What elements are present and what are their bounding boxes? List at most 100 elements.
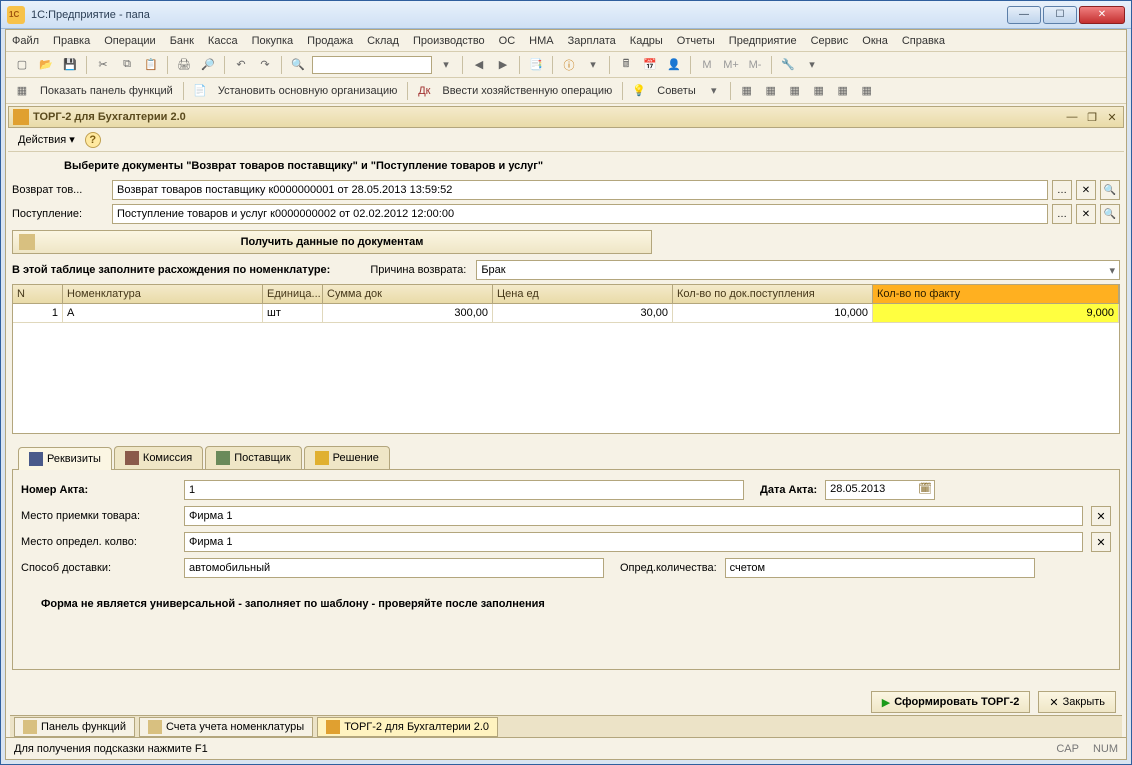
cut-icon[interactable]: ✂ <box>93 55 113 75</box>
th-fact[interactable]: Кол-во по факту <box>873 285 1119 303</box>
menu-help[interactable]: Справка <box>902 35 945 47</box>
new-icon[interactable]: ▢ <box>12 55 32 75</box>
close-button[interactable]: ✕ <box>1079 6 1125 24</box>
th-n[interactable]: N <box>13 285 63 303</box>
receipt-clear-button[interactable]: ✕ <box>1076 204 1096 224</box>
menu-production[interactable]: Производство <box>413 35 485 47</box>
wintab-accounts[interactable]: Счета учета номенклатуры <box>139 717 313 737</box>
form-report-button[interactable]: ▶Сформировать ТОРГ-2 <box>871 691 1031 713</box>
menu-os[interactable]: ОС <box>499 35 516 47</box>
user-icon[interactable]: 👤 <box>664 55 684 75</box>
misc-icon-1[interactable]: ▦ <box>737 81 757 101</box>
th-sum[interactable]: Сумма док <box>323 285 493 303</box>
menu-enterprise[interactable]: Предприятие <box>729 35 797 47</box>
act-date-input[interactable]: 28.05.2013 <box>825 480 935 500</box>
menu-warehouse[interactable]: Склад <box>367 35 399 47</box>
cell-sum[interactable]: 300,00 <box>323 304 493 322</box>
th-qty[interactable]: Кол-во по док.поступления <box>673 285 873 303</box>
actions-menu[interactable]: Действия ▾ <box>14 131 79 148</box>
doc-minimize-icon[interactable]: — <box>1065 111 1079 124</box>
m-plus-icon[interactable]: M+ <box>721 55 741 75</box>
clipboard-icon[interactable]: 📑 <box>526 55 546 75</box>
menu-file[interactable]: Файл <box>12 35 39 47</box>
set-org-button[interactable]: Установить основную организацию <box>214 85 402 97</box>
tab-supplier[interactable]: Поставщик <box>205 446 301 469</box>
return-field[interactable]: Возврат товаров поставщику к0000000001 о… <box>112 180 1048 200</box>
wintab-panel[interactable]: Панель функций <box>14 717 135 737</box>
misc-icon-2[interactable]: ▦ <box>761 81 781 101</box>
receipt-select-button[interactable]: … <box>1052 204 1072 224</box>
preview-icon[interactable]: 🔎 <box>198 55 218 75</box>
menu-purchase[interactable]: Покупка <box>252 35 294 47</box>
doc-close-icon[interactable]: ✕ <box>1105 111 1119 124</box>
menu-nma[interactable]: НМА <box>529 35 553 47</box>
search-icon[interactable]: 🔍 <box>288 55 308 75</box>
doc-restore-icon[interactable]: ❐ <box>1085 111 1099 124</box>
redo-icon[interactable]: ↷ <box>255 55 275 75</box>
menu-operations[interactable]: Операции <box>104 35 155 47</box>
qty-det-input[interactable] <box>725 558 1035 578</box>
place1-input[interactable] <box>184 506 1083 526</box>
tab-decision[interactable]: Решение <box>304 446 390 469</box>
open-icon[interactable]: 📂 <box>36 55 56 75</box>
cell-price[interactable]: 30,00 <box>493 304 673 322</box>
print-icon[interactable]: 🖨 <box>174 55 194 75</box>
misc-icon-5[interactable]: ▦ <box>833 81 853 101</box>
th-unit[interactable]: Единица... <box>263 285 323 303</box>
calc-icon[interactable]: 🖩 <box>616 55 636 75</box>
return-open-button[interactable]: 🔍 <box>1100 180 1120 200</box>
close-dialog-button[interactable]: ✕Закрыть <box>1038 691 1116 713</box>
enter-op-button[interactable]: Ввести хозяйственную операцию <box>438 85 616 97</box>
act-number-input[interactable] <box>184 480 744 500</box>
cell-qty[interactable]: 10,000 <box>673 304 873 322</box>
cell-fact[interactable]: 9,000 <box>873 304 1119 322</box>
receipt-open-button[interactable]: 🔍 <box>1100 204 1120 224</box>
table-row[interactable]: 1 А шт 300,00 30,00 10,000 9,000 <box>13 304 1119 323</box>
info-icon[interactable]: ⓘ <box>559 55 579 75</box>
menu-service[interactable]: Сервис <box>811 35 849 47</box>
place2-clear-button[interactable]: ✕ <box>1091 532 1111 552</box>
return-select-button[interactable]: … <box>1052 180 1072 200</box>
tab-commission[interactable]: Комиссия <box>114 446 203 469</box>
misc-icon-6[interactable]: ▦ <box>857 81 877 101</box>
menu-salary[interactable]: Зарплата <box>568 35 616 47</box>
m-minus-icon[interactable]: M- <box>745 55 765 75</box>
receipt-field[interactable]: Поступление товаров и услуг к0000000002 … <box>112 204 1048 224</box>
reason-combo[interactable]: Брак <box>476 260 1120 280</box>
nav-back-icon[interactable]: ◀ <box>469 55 489 75</box>
m-icon[interactable]: M <box>697 55 717 75</box>
misc-icon-4[interactable]: ▦ <box>809 81 829 101</box>
search-input[interactable] <box>312 56 432 74</box>
cell-n[interactable]: 1 <box>13 304 63 322</box>
wintab-torg2[interactable]: ТОРГ-2 для Бухгалтерии 2.0 <box>317 717 498 737</box>
menu-reports[interactable]: Отчеты <box>677 35 715 47</box>
advice-dropdown-icon[interactable]: ▾ <box>704 81 724 101</box>
maximize-button[interactable]: ☐ <box>1043 6 1077 24</box>
cell-nomen[interactable]: А <box>63 304 263 322</box>
fetch-data-button[interactable]: Получить данные по документам <box>12 230 652 254</box>
minimize-button[interactable]: — <box>1007 6 1041 24</box>
menu-edit[interactable]: Правка <box>53 35 90 47</box>
save-icon[interactable]: 💾 <box>60 55 80 75</box>
menu-sale[interactable]: Продажа <box>307 35 353 47</box>
show-panel-button[interactable]: Показать панель функций <box>36 85 177 97</box>
copy-icon[interactable]: ⧉ <box>117 55 137 75</box>
undo-icon[interactable]: ↶ <box>231 55 251 75</box>
delivery-input[interactable] <box>184 558 604 578</box>
cell-unit[interactable]: шт <box>263 304 323 322</box>
wrench-dropdown-icon[interactable]: ▾ <box>802 55 822 75</box>
menu-bank[interactable]: Банк <box>170 35 194 47</box>
help-icon[interactable]: ? <box>85 132 101 148</box>
place2-input[interactable] <box>184 532 1083 552</box>
th-nomen[interactable]: Номенклатура <box>63 285 263 303</box>
nav-fwd-icon[interactable]: ▶ <box>493 55 513 75</box>
misc-icon-3[interactable]: ▦ <box>785 81 805 101</box>
th-price[interactable]: Цена ед <box>493 285 673 303</box>
info-dropdown-icon[interactable]: ▾ <box>583 55 603 75</box>
calendar-icon[interactable]: 📅 <box>640 55 660 75</box>
dropdown-icon[interactable]: ▾ <box>436 55 456 75</box>
menu-personnel[interactable]: Кадры <box>630 35 663 47</box>
advice-button[interactable]: Советы <box>653 85 699 97</box>
wrench-icon[interactable]: 🔧 <box>778 55 798 75</box>
tab-requisites[interactable]: Реквизиты <box>18 447 112 470</box>
